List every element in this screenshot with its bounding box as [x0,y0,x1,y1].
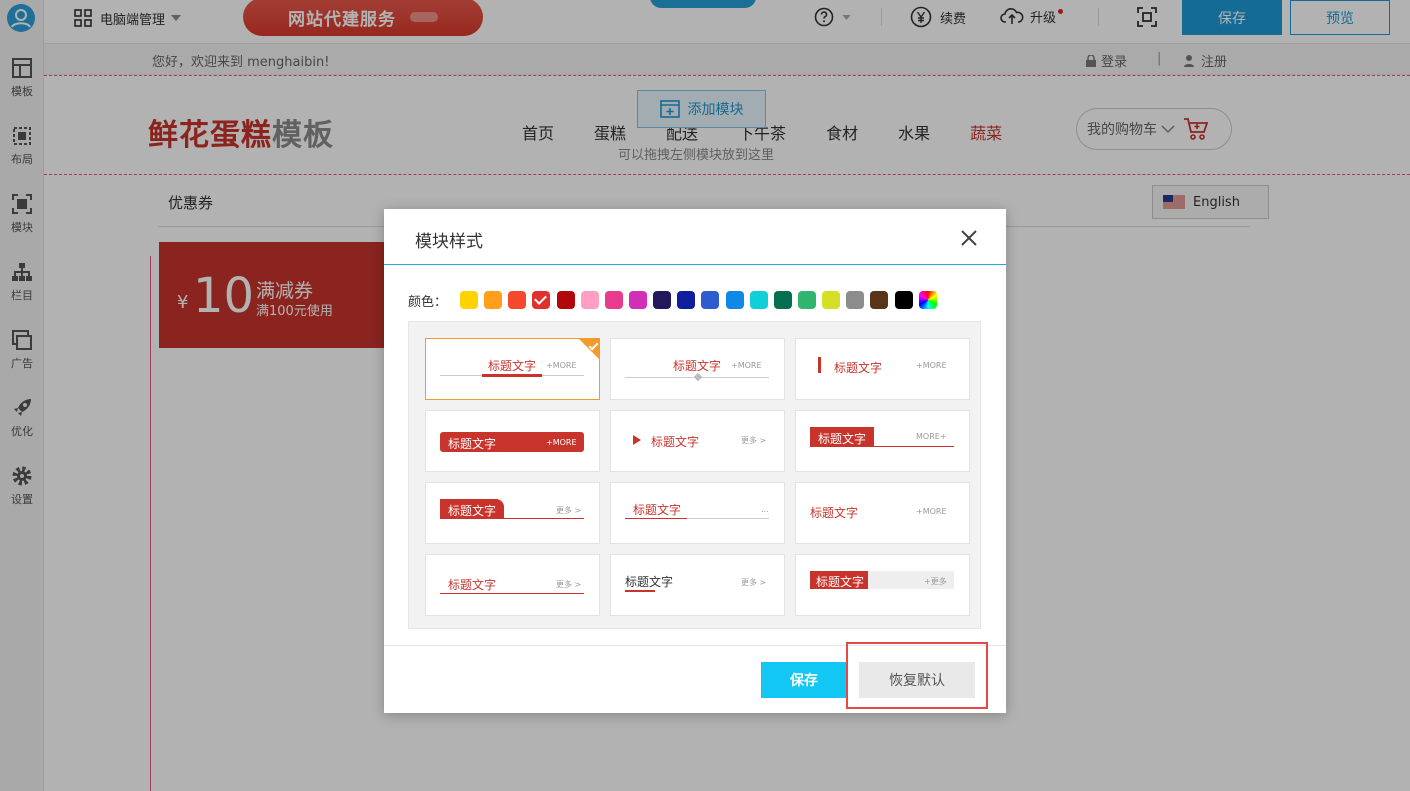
style-tile-title: 标题文字 [834,361,883,375]
style-tile-11[interactable]: 标题文字 更多 > [610,554,785,616]
style-tile-diamond [693,372,703,382]
play-arrow-icon [633,435,641,445]
style-tile-more: +MORE [546,361,577,370]
style-tile-more: MORE+ [916,432,947,441]
style-tile-title: 标题文字 [633,503,682,517]
color-swatch[interactable] [870,291,889,309]
restore-default-button[interactable]: 恢复默认 [859,662,975,698]
color-swatch[interactable] [749,291,768,309]
style-tile-more: 更多 > [556,580,582,589]
color-swatch[interactable] [532,291,551,309]
style-tile-accent-line [625,518,687,519]
style-tile-more: +MORE [546,438,577,447]
style-tile-more: 更多 > [741,436,767,445]
color-label: 颜色： [408,295,448,310]
style-tile-more: +MORE [916,507,947,516]
dialog-save-button[interactable]: 保存 [761,662,847,698]
style-tile-underline [440,593,584,594]
custom-color-picker-icon[interactable] [918,291,937,309]
style-tile-accent-bar [482,374,542,377]
style-tile-7[interactable]: 标题文字 更多 > [425,482,600,544]
style-tile-accent-bar [625,590,655,592]
dialog-header: 模块样式 [384,209,1006,265]
style-tile-title: 标题文字 [816,575,865,589]
style-tile-1[interactable]: 标题文字 +MORE [425,338,600,400]
color-swatch[interactable] [460,291,478,309]
color-swatch[interactable] [846,291,865,309]
color-swatch[interactable] [725,291,744,309]
color-swatch[interactable] [653,291,672,309]
color-swatch[interactable] [484,291,503,309]
style-tile-more: +更多 [924,577,947,586]
style-tile-9[interactable]: 标题文字 +MORE [795,482,970,544]
style-tile-2[interactable]: 标题文字 +MORE [610,338,785,400]
style-tile-title: 标题文字 [818,432,867,446]
style-tile-title: 标题文字 [448,437,497,451]
color-swatch[interactable] [677,291,696,309]
dialog-footer-divider [384,645,1006,646]
style-tile-12[interactable]: 标题文字 +更多 [795,554,970,616]
color-swatch[interactable] [822,291,841,309]
title-style-grid: 标题文字 +MORE 标题文字 +MORE 标题文字 +MORE 标题文字 +M… [408,321,981,629]
style-tile-3[interactable]: 标题文字 +MORE [795,338,970,400]
close-icon [961,230,977,246]
style-tile-more: 更多 > [741,578,767,587]
color-swatch[interactable] [797,291,816,309]
style-tile-5[interactable]: 标题文字 更多 > [610,410,785,472]
close-button[interactable] [960,229,978,247]
style-tile-more: 更多 > [556,506,582,515]
color-swatch[interactable] [894,291,913,309]
color-swatch[interactable] [604,291,623,309]
color-swatch-list [460,291,943,309]
style-tile-underline [810,446,954,447]
color-swatch[interactable] [508,291,527,309]
selected-corner [578,338,600,360]
style-tile-title: 标题文字 [625,575,674,589]
style-tile-title: 标题文字 [810,506,859,520]
style-tile-10[interactable]: 标题文字 更多 > [425,554,600,616]
color-swatch[interactable] [628,291,647,309]
style-tile-title: 标题文字 [488,359,537,373]
color-swatch[interactable] [580,291,599,309]
color-swatch[interactable] [773,291,792,309]
style-tile-more: +MORE [731,361,762,370]
style-tile-6[interactable]: 标题文字 MORE+ [795,410,970,472]
color-swatch[interactable] [701,291,720,309]
style-tile-underline [440,518,584,519]
dialog-title: 模块样式 [415,232,483,252]
style-tile-title: 标题文字 [448,578,497,592]
style-tile-title: 标题文字 [673,359,722,373]
style-tile-8[interactable]: 标题文字 ... [610,482,785,544]
style-tile-more: +MORE [916,361,947,370]
style-tile-title: 标题文字 [448,504,497,518]
style-tile-title: 标题文字 [651,435,700,449]
style-tile-more: ... [761,505,769,514]
style-tile-accent-bar [818,357,821,373]
style-tile-4[interactable]: 标题文字 +MORE [425,410,600,472]
module-style-dialog: 模块样式 颜色： 标题文字 +MORE 标题文字 +MORE 标题文字 +MOR… [384,209,1006,713]
color-swatch[interactable] [556,291,575,309]
